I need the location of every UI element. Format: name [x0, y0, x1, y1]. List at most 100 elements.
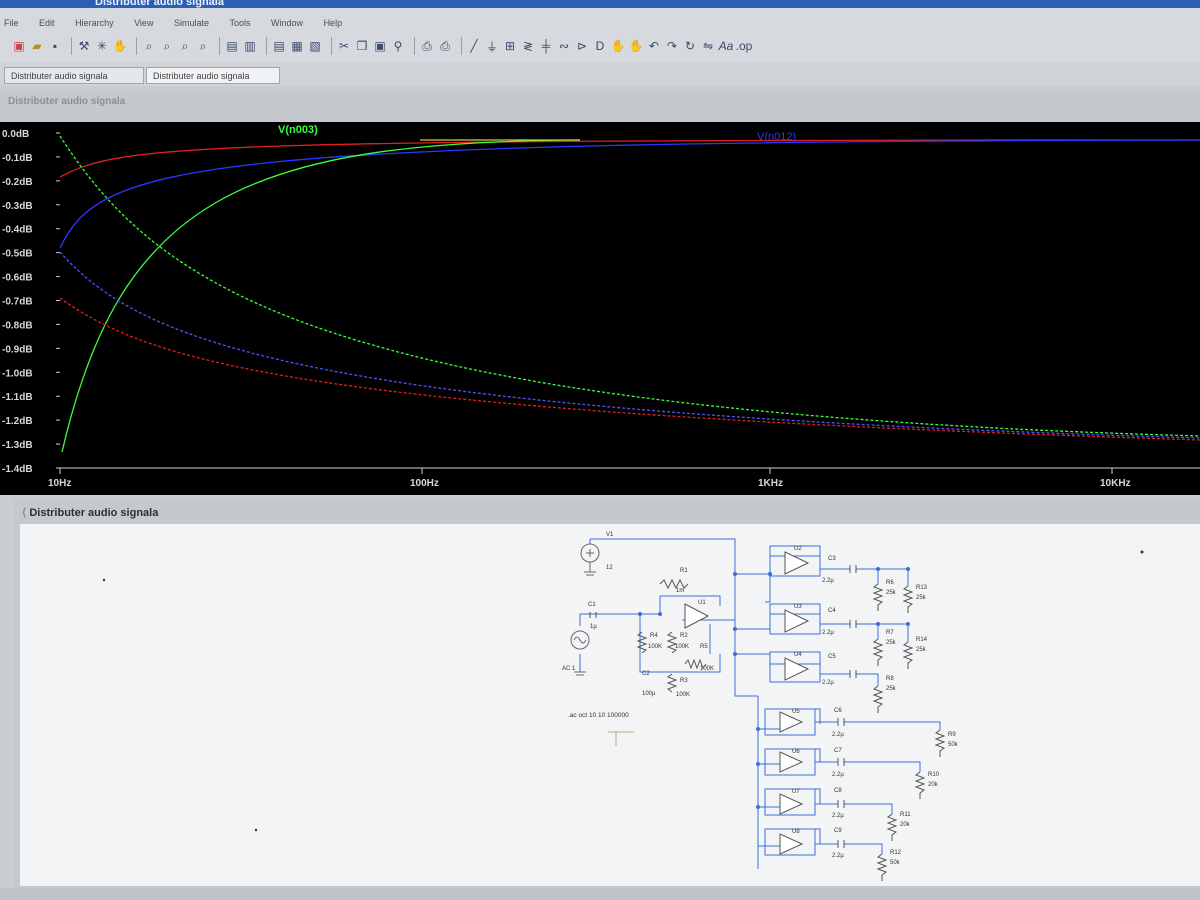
trace-label-n012[interactable]: V(n012) — [757, 131, 796, 143]
u2-label: U2 — [794, 546, 802, 552]
r4-value: 100K — [648, 644, 662, 650]
c9-label: C9 — [834, 828, 842, 834]
y-tick-label: -0.5dB — [2, 249, 33, 260]
spice-directive-icon[interactable]: .op — [736, 39, 753, 53]
schematic-drawing[interactable]: V1 12 AC 1 C1 1µ R1 1m U1 R4 100K R2 100… — [20, 524, 1200, 886]
trace-green[interactable] — [61, 139, 581, 453]
canvas-dot — [102, 578, 106, 582]
schematic-window: ⟨ Distributer audio signala V1 12 AC 1 C… — [14, 498, 1200, 888]
cascade-icon[interactable]: ▦ — [290, 39, 304, 53]
app-title: Distributer audio signala — [95, 0, 224, 8]
opamp-u8[interactable] — [764, 828, 816, 856]
copy-icon[interactable]: ❐ — [355, 39, 369, 53]
menu-view[interactable]: View — [134, 18, 153, 28]
mirror-icon[interactable]: ⇋ — [701, 39, 715, 53]
component-icon[interactable]: D — [593, 39, 607, 53]
zoom-in-icon[interactable]: ⌕ — [142, 39, 156, 53]
menu-tools[interactable]: Tools — [230, 18, 251, 28]
print-preview-icon[interactable]: ⎙ — [420, 39, 434, 53]
r10-label: R10 — [928, 772, 940, 778]
text-icon[interactable]: Aa — [719, 39, 734, 53]
opamp-u1[interactable] — [684, 603, 710, 629]
menu-simulate[interactable]: Simulate — [174, 18, 209, 28]
rotate-icon[interactable]: ↻ — [683, 39, 697, 53]
y-tick-label: -1.3dB — [2, 440, 33, 451]
u7-label: U7 — [792, 789, 800, 795]
paste-icon[interactable]: ▣ — [373, 39, 387, 53]
pan-icon[interactable]: ⌕ — [160, 39, 174, 53]
redo-icon[interactable]: ↷ — [665, 39, 679, 53]
y-tick-label: -0.9dB — [2, 344, 33, 355]
capacitor-icon[interactable]: ╪ — [539, 39, 553, 53]
save-icon[interactable]: ▪ — [48, 39, 62, 53]
label-net-icon[interactable]: ⊞ — [503, 39, 517, 53]
ground-icon[interactable]: ⏚ — [485, 39, 499, 54]
drag-icon[interactable]: ✋ — [629, 39, 644, 53]
toolbar: ▣ ▰ ▪ ⚒ ✳ ✋ ⌕ ⌕ ⌕ ⌕ ▤ ▥ ▤ ▦ ▧ ✂ ❐ ▣ ⚲ ⎙ … — [0, 30, 1200, 62]
menu-help[interactable]: Help — [324, 18, 343, 28]
r9-label: R9 — [948, 732, 956, 738]
inductor-icon[interactable]: ∾ — [557, 39, 571, 53]
schematic-window-title: ⟨ Distributer audio signala — [22, 506, 158, 519]
zoom-fit-icon[interactable]: ⌕ — [196, 39, 210, 53]
trace-green-phase[interactable] — [59, 135, 1200, 437]
y-tick-label: -0.2dB — [2, 177, 33, 188]
menu-window[interactable]: Window — [271, 18, 303, 28]
resistor-r1[interactable] — [659, 578, 689, 590]
spice-directive[interactable]: .ac oct 10 10 100000 — [568, 712, 629, 719]
r4-label: R4 — [650, 633, 658, 639]
tile-horizontal-icon[interactable]: ▤ — [272, 39, 286, 53]
r10-value: 20k — [928, 782, 939, 788]
x-tick-label: 1KHz — [758, 478, 783, 489]
menu-file[interactable]: File — [4, 18, 19, 28]
opamp-u7[interactable] — [764, 788, 816, 816]
tab-waveform[interactable]: Distributer audio signala — [146, 67, 280, 84]
trace-blue-phase[interactable] — [59, 251, 1200, 439]
wire-icon[interactable]: ╱ — [467, 39, 481, 53]
waveform-plot[interactable]: V(n003) V(n012) 0.0dB -0.1dB -0.2dB -0.3dB -… — [0, 122, 1200, 495]
undo-icon[interactable]: ↶ — [647, 39, 661, 53]
tile-vertical-icon[interactable]: ▧ — [308, 39, 322, 53]
resistor-r3[interactable] — [666, 673, 678, 693]
voltage-source-v1[interactable] — [580, 543, 600, 576]
menu-edit[interactable]: Edit — [39, 18, 55, 28]
cut-icon[interactable]: ✂ — [337, 39, 351, 53]
diode-icon[interactable]: ⊳ — [575, 39, 589, 53]
open-icon[interactable]: ▰ — [30, 39, 44, 53]
c1-label: C1 — [588, 602, 596, 608]
grid-icon[interactable]: ▥ — [243, 39, 257, 53]
new-schematic-icon[interactable]: ▣ — [12, 39, 26, 53]
u4-label: U4 — [794, 652, 802, 658]
run-icon[interactable]: ✳ — [95, 39, 109, 53]
r13-value: 25k — [916, 595, 927, 601]
r14-label: R14 — [916, 637, 928, 643]
move-icon[interactable]: ✋ — [611, 39, 626, 53]
capacitors-c3-c9[interactable] — [837, 565, 857, 848]
find-icon[interactable]: ⚲ — [391, 39, 405, 53]
resistor-r4[interactable] — [636, 631, 648, 654]
trace-group — [59, 135, 1200, 453]
control-panel-icon[interactable]: ⚒ — [77, 39, 91, 53]
menu-hierarchy[interactable]: Hierarchy — [75, 18, 114, 28]
toolbar-separator — [461, 37, 462, 55]
canvas-dot — [1140, 550, 1144, 554]
opamp-u6[interactable] — [764, 748, 816, 776]
cursor-crosshair-icon — [608, 731, 634, 746]
load-resistors[interactable] — [872, 583, 946, 881]
waveform-plot-area[interactable]: V(n003) V(n012) 0.0dB -0.1dB -0.2dB -0.3dB -… — [0, 122, 1200, 495]
opamp-u5[interactable] — [764, 708, 816, 736]
c6-value: 2.2µ — [832, 732, 844, 738]
autorange-icon[interactable]: ▤ — [225, 39, 239, 53]
toolbar-separator — [71, 37, 72, 55]
halt-icon[interactable]: ✋ — [113, 39, 128, 53]
capacitor-c1[interactable] — [589, 612, 597, 618]
schematic-canvas[interactable]: V1 12 AC 1 C1 1µ R1 1m U1 R4 100K R2 100… — [20, 524, 1200, 886]
r13-label: R13 — [916, 585, 928, 591]
print-icon[interactable]: ⎙ — [438, 39, 452, 53]
zoom-out-icon[interactable]: ⌕ — [178, 39, 192, 53]
trace-red-phase[interactable] — [59, 297, 1200, 441]
r6-label: R6 — [886, 580, 894, 586]
tab-schematic[interactable]: Distributer audio signala — [4, 67, 144, 84]
trace-label-n003[interactable]: V(n003) — [278, 124, 318, 136]
resistor-icon[interactable]: ≷ — [521, 39, 535, 53]
